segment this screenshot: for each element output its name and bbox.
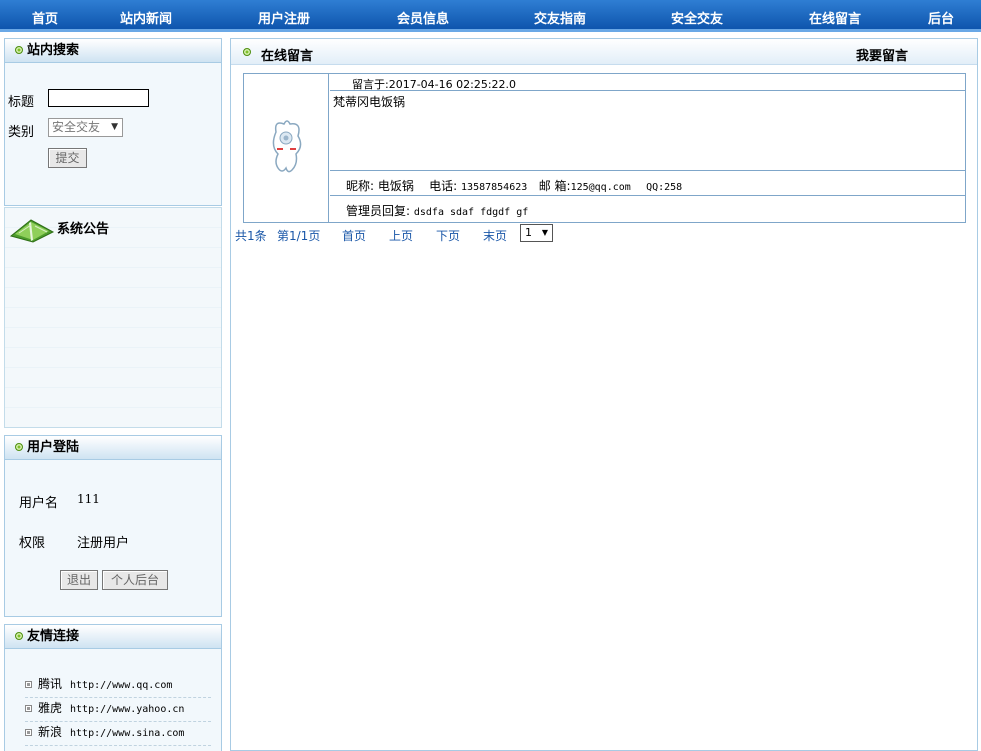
message-content: 梵蒂冈电饭锅 [333,95,406,109]
nick-value: 电饭锅 [377,179,414,193]
pager-total: 共1条 [235,229,267,243]
login-panel-title: 用户登陆 [27,440,80,455]
admin-reply: 管理员回复: dsdfa sdaf fdgdf gf [346,202,528,219]
link-item[interactable]: 新浪 http://www.sina.com [25,723,211,746]
bullet-icon [15,443,23,451]
reply-value: dsdfa sdaf fdgdf gf [413,207,529,218]
chevron-down-icon: ▼ [111,122,118,132]
pager-page: 第1/1页 [277,229,321,243]
link-name: 雅虎 [38,701,63,715]
links-panel-title: 友情连接 [27,629,80,644]
link-url: http://www.qq.com [70,680,173,691]
email-label: 邮 箱: [538,179,571,193]
pager-prev-link[interactable]: 上页 [389,227,413,244]
link-url: http://www.yahoo.cn [70,704,185,715]
link-item[interactable]: 雅虎 http://www.yahoo.cn [25,699,211,722]
message-contact: 昵称: 电饭锅 电话: 13587854623 邮 箱:125@qq.com Q… [346,177,682,194]
login-panel-header: 用户登陆 [5,436,221,460]
book-icon [9,219,55,243]
username-value: 111 [77,492,100,506]
username-label: 用户名 [19,496,59,511]
title-label: 标题 [8,95,35,110]
link-item[interactable]: 腾讯 http://www.qq.com [25,675,211,698]
reply-label: 管理员回复: [346,204,411,218]
role-value: 注册用户 [77,536,130,551]
login-panel: 用户登陆 用户名 111 权限 注册用户 退出 个人后台 [4,435,222,617]
link-name: 新浪 [38,725,63,739]
search-submit-button[interactable]: 提交 [48,148,87,168]
title-input[interactable] [48,89,149,107]
nav-news[interactable]: 站内新闻 [120,8,172,27]
guestbook-title: 在线留言 [261,49,314,64]
square-bullet-icon [25,705,32,712]
link-name: 腾讯 [38,677,63,691]
guestbook-header: 在线留言 我要留言 [231,39,977,65]
category-select-value: 安全交友 [52,120,101,134]
email-value: 125@qq.com [570,182,631,193]
top-nav: 首页 站内新闻 用户注册 会员信息 交友指南 安全交友 在线留言 后台 [0,0,981,32]
search-panel-title: 站内搜索 [27,43,80,58]
page-select-value: 1 [525,226,532,239]
nav-admin[interactable]: 后台 [928,8,954,27]
personal-center-button[interactable]: 个人后台 [102,570,168,590]
message-meta-row: 留言于:2017-04-16 02:25:22.0 [330,74,965,91]
qq-value: 258 [664,182,683,193]
nav-safe-dating[interactable]: 安全交友 [671,8,723,27]
square-bullet-icon [25,681,32,688]
square-bullet-icon [25,729,32,736]
phone-value: 13587854623 [461,182,528,193]
nav-register[interactable]: 用户注册 [258,8,310,27]
pager-first-link[interactable]: 首页 [342,227,366,244]
message-posted-time: 留言于:2017-04-16 02:25:22.0 [352,78,517,91]
notice-panel: 系统公告 [4,207,222,428]
links-panel-header: 友情连接 [5,625,221,649]
category-select[interactable]: 安全交友 ▼ [48,118,123,137]
avatar [244,74,329,222]
category-label: 类别 [8,125,35,140]
nav-home[interactable]: 首页 [32,8,58,27]
bullet-icon [243,48,251,56]
avatar-icon [272,120,302,173]
nav-dating-guide[interactable]: 交友指南 [534,8,586,27]
link-url: http://www.sina.com [70,728,185,739]
role-label: 权限 [19,536,46,551]
pager-next-link[interactable]: 下页 [436,227,460,244]
links-panel: 友情连接 腾讯 http://www.qq.com 雅虎 http://www.ya… [4,624,222,751]
message-contact-row: 昵称: 电饭锅 电话: 13587854623 邮 箱:125@qq.com Q… [330,171,965,196]
search-panel-header: 站内搜索 [5,39,221,63]
nav-guestbook[interactable]: 在线留言 [809,8,861,27]
bullet-icon [15,46,23,54]
post-message-link[interactable]: 我要留言 [856,45,908,64]
phone-label: 电话: [429,179,458,193]
notice-title: 系统公告 [57,222,110,237]
message-entry: 留言于:2017-04-16 02:25:22.0 梵蒂冈电饭锅 昵称: 电饭锅… [243,73,966,223]
qq-label: QQ: [646,182,665,193]
search-panel: 站内搜索 标题 类别 安全交友 ▼ 提交 [4,38,222,206]
nav-member-info[interactable]: 会员信息 [397,8,449,27]
chevron-down-icon: ▼ [541,228,548,237]
bullet-icon [15,632,23,640]
page-select[interactable]: 1 ▼ [520,224,553,242]
guestbook-panel: 在线留言 我要留言 留言于:2017-04-16 02:25:22.0 梵蒂冈电… [230,38,978,751]
message-reply-row: 管理员回复: dsdfa sdaf fdgdf gf [330,196,965,222]
nick-label: 昵称: [346,179,375,193]
pager-last-link[interactable]: 末页 [483,227,507,244]
message-content-row: 梵蒂冈电饭锅 [330,91,965,171]
logout-button[interactable]: 退出 [60,570,98,590]
